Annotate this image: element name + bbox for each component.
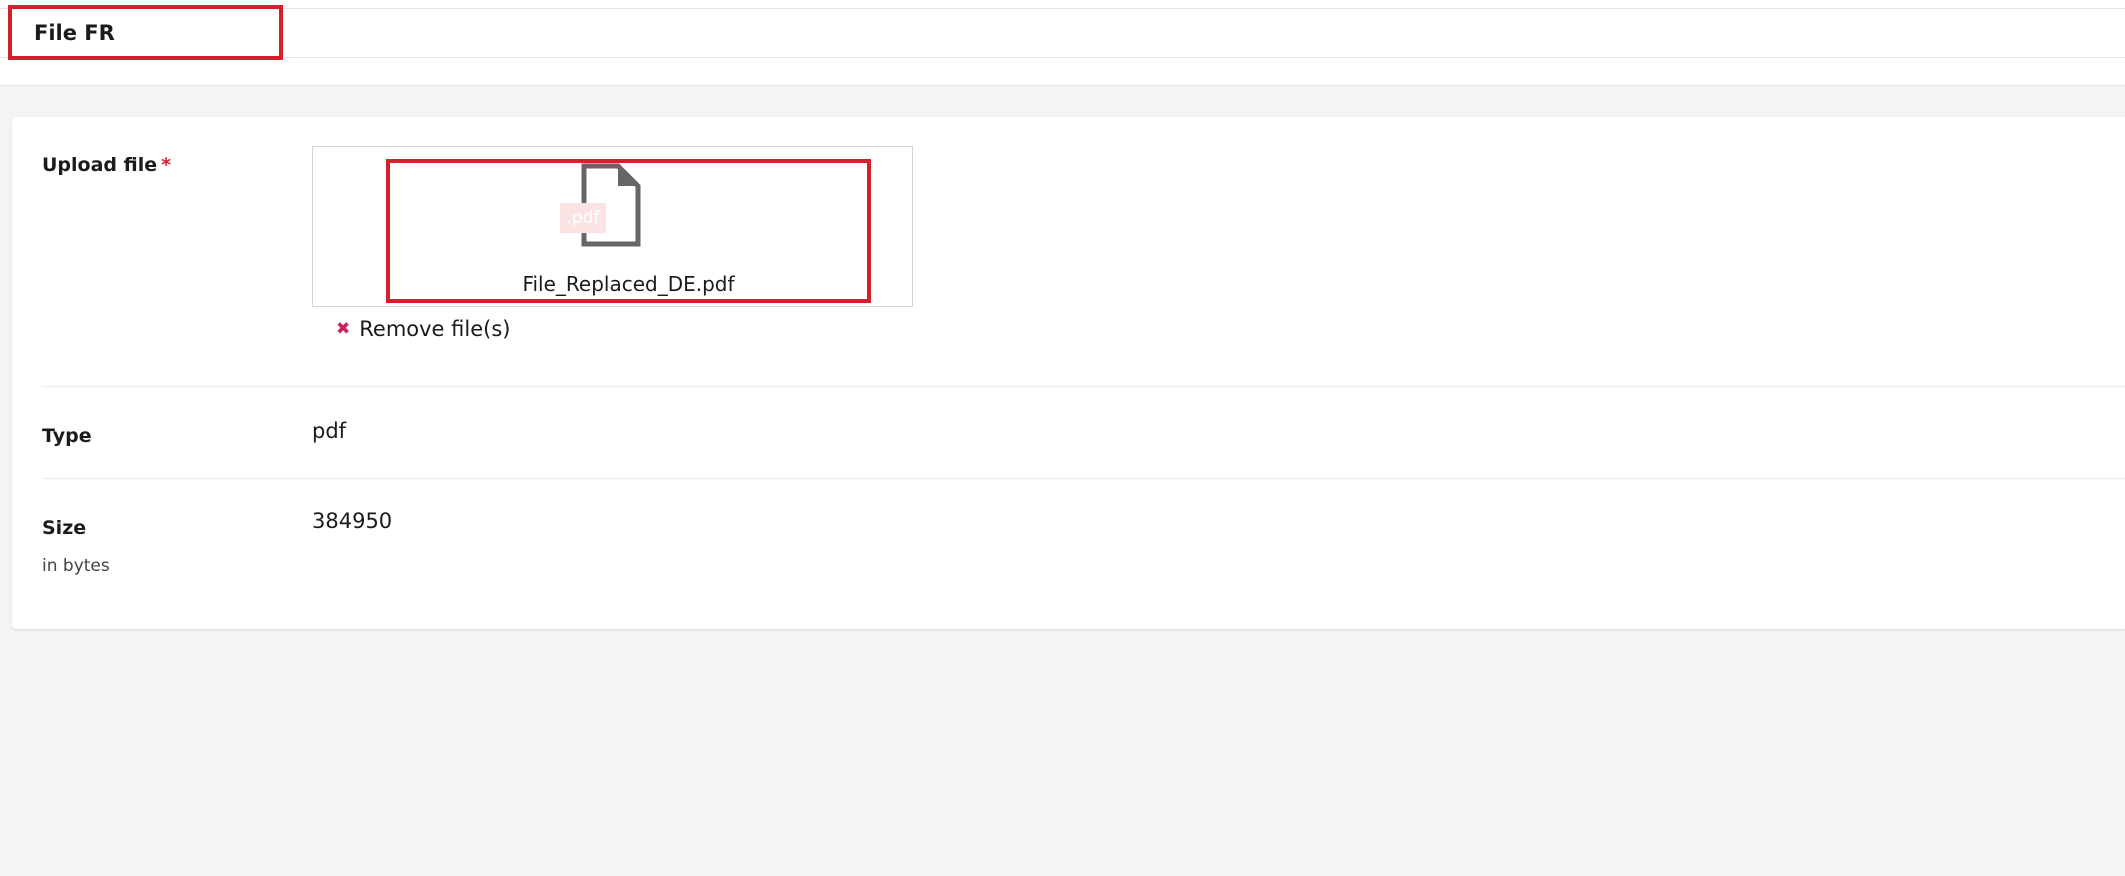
upload-file-label-text: Upload file (42, 154, 158, 176)
file-name: File_Replaced_DE.pdf (522, 272, 735, 296)
file-extension-badge: .pdf (560, 203, 606, 233)
tab-label: File FR (34, 20, 115, 45)
size-sublabel: in bytes (42, 556, 110, 576)
type-value: pdf (312, 419, 347, 443)
size-value: 384950 (312, 509, 393, 533)
tab-file-fr[interactable]: File FR (8, 5, 283, 60)
remove-files-label: Remove file(s) (359, 317, 511, 341)
top-bar-divider (0, 85, 2125, 86)
close-icon: ✖ (336, 319, 351, 339)
tab-strip (0, 8, 2125, 58)
required-marker: * (161, 154, 172, 176)
file-form-card: Upload file * .pdf File_Replaced_DE.pdf ✖… (12, 117, 2125, 629)
size-label: Size (42, 517, 87, 539)
upload-file-label: Upload file * (42, 154, 171, 176)
remove-files-button[interactable]: ✖ Remove file(s) (336, 317, 510, 341)
top-bar: File FR (0, 0, 2125, 86)
type-label: Type (42, 425, 92, 447)
row-divider (42, 478, 2125, 479)
row-divider (42, 386, 2125, 387)
